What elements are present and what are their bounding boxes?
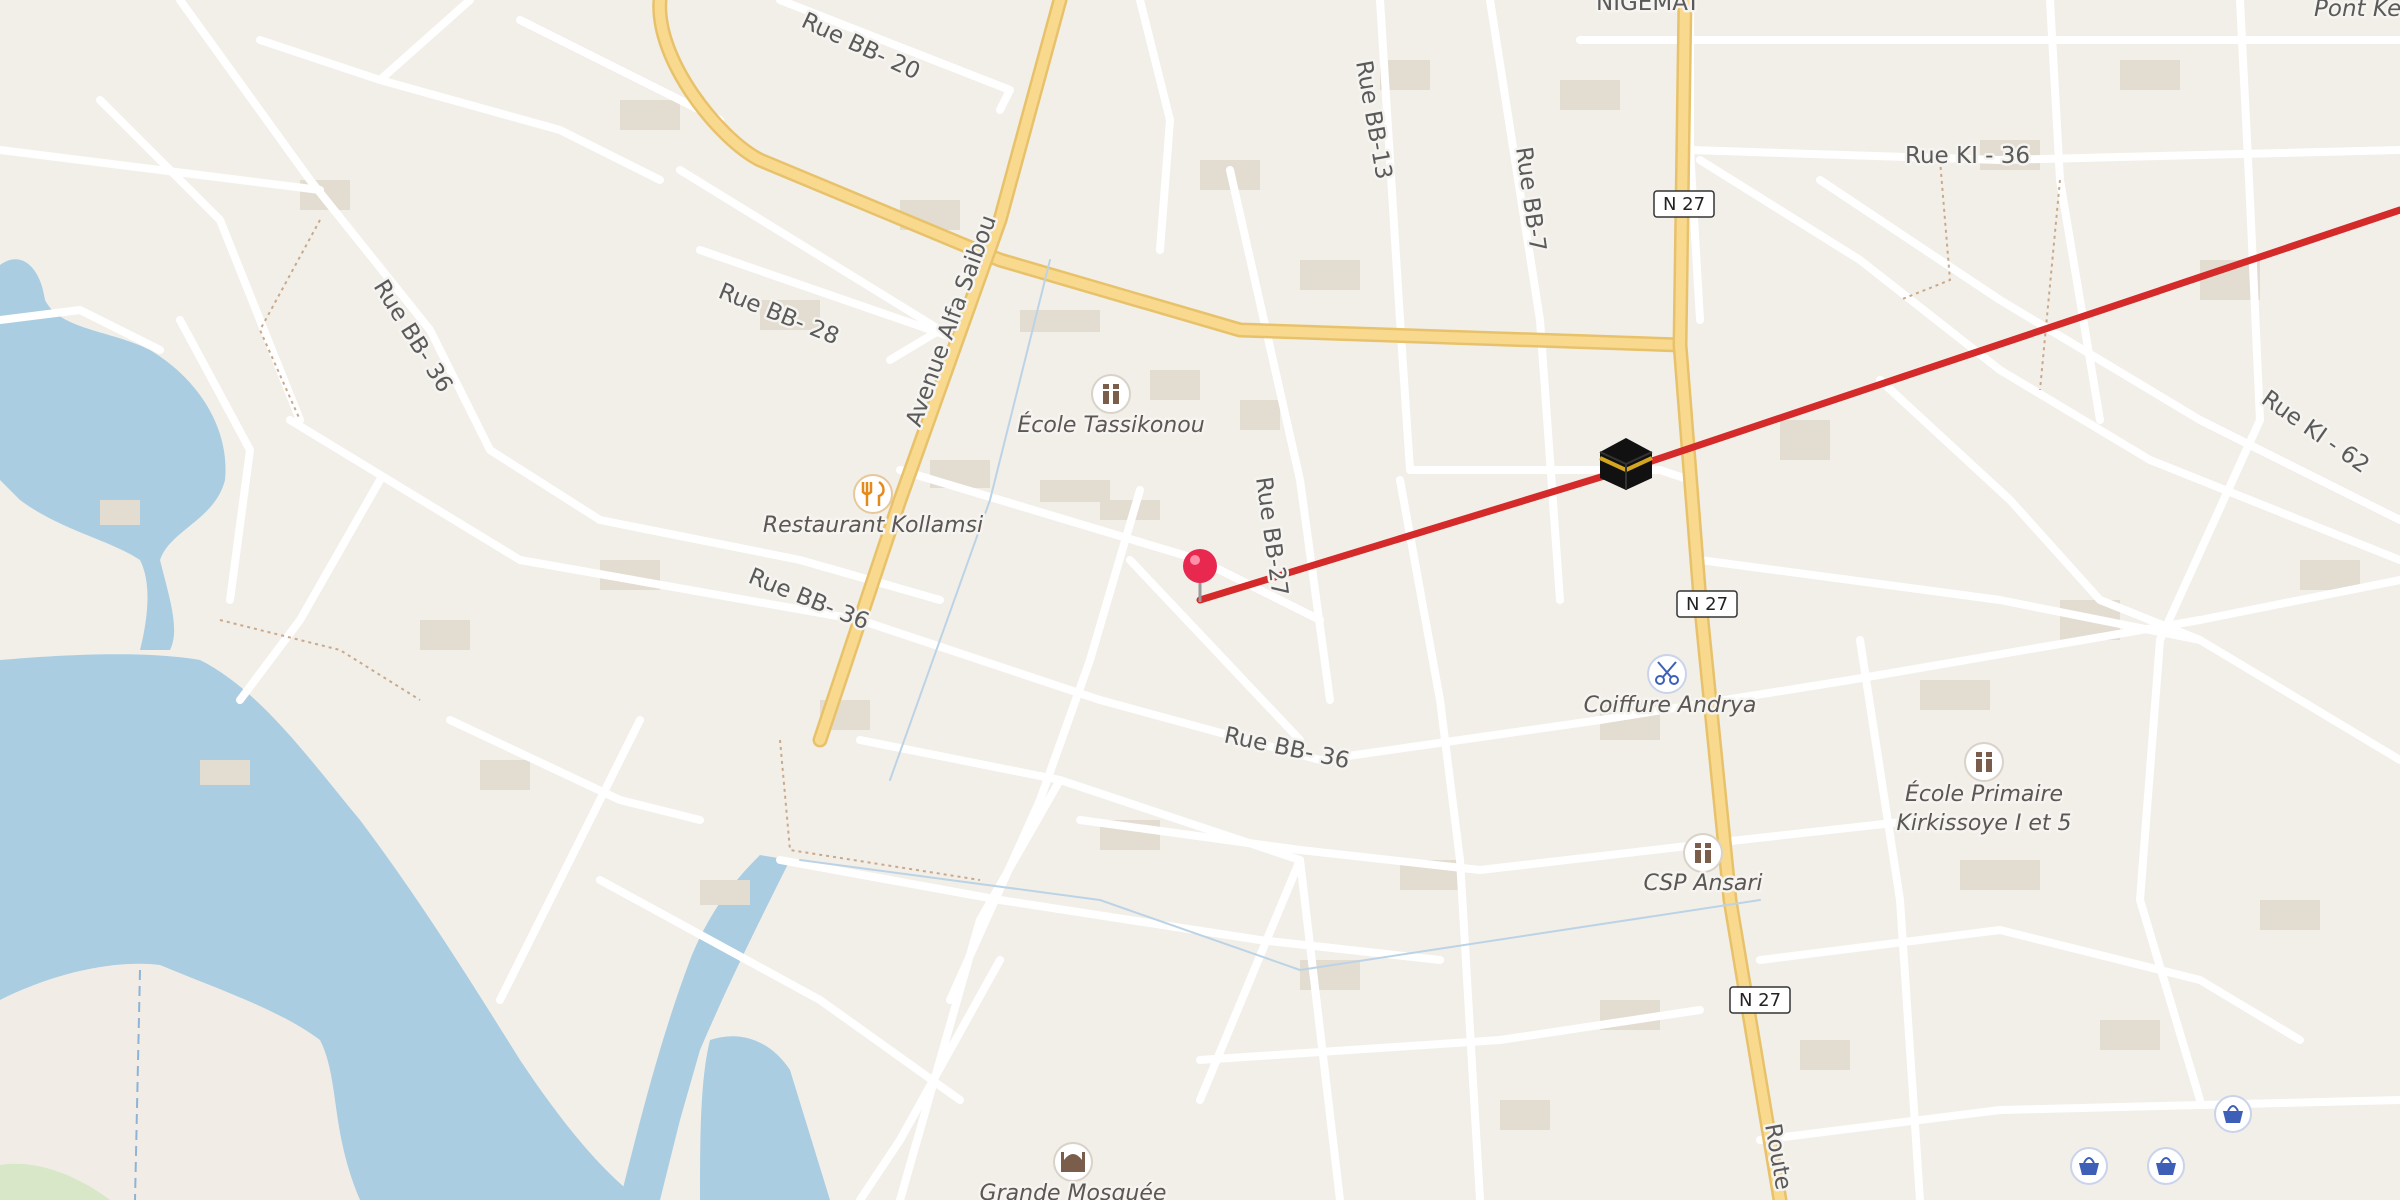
shield-label: N 27 [1739, 990, 1781, 1011]
poi-label: École Primaire [1905, 781, 2063, 807]
school-icon [1091, 374, 1131, 414]
building [200, 760, 250, 785]
map-svg: Rue BB- 20 Avenue Alfa Saibou Rue BB-13 … [0, 0, 2400, 1200]
building [100, 500, 140, 525]
route-shield: N 27 [1729, 986, 1791, 1014]
building [1500, 1100, 1550, 1130]
poi-label-line2: Kirkissoye I et 5 [1896, 811, 2071, 836]
route-shield: N 27 [1653, 190, 1715, 218]
building [2300, 560, 2360, 590]
hairdresser-icon [1647, 654, 1687, 694]
shop-icon[interactable] [2070, 1147, 2108, 1185]
shop-icon[interactable] [2147, 1147, 2185, 1185]
building [1300, 260, 1360, 290]
building [1560, 80, 1620, 110]
building [2120, 60, 2180, 90]
building [420, 620, 470, 650]
street-label: Rue KI - 36 [1905, 143, 2030, 169]
shield-label: N 27 [1663, 194, 1705, 215]
building [620, 100, 680, 130]
school-icon [1964, 742, 2004, 782]
restaurant-icon [853, 474, 893, 514]
poi-label: École Tassikonou [1017, 412, 1204, 438]
street-label: NIGEMAT [1596, 0, 1701, 16]
map-canvas[interactable]: Rue BB- 20 Avenue Alfa Saibou Rue BB-13 … [0, 0, 2400, 1200]
building [1960, 860, 2040, 890]
poi-label: CSP Ansari [1643, 871, 1762, 896]
building [1150, 370, 1200, 400]
shield-label: N 27 [1686, 594, 1728, 615]
building [2100, 1020, 2160, 1050]
building [1920, 680, 1990, 710]
building [1240, 400, 1280, 430]
school-icon [1683, 833, 1723, 873]
building [480, 760, 530, 790]
shop-icon[interactable] [2214, 1095, 2252, 1133]
mosque-icon [1053, 1142, 1093, 1182]
building [1040, 480, 1110, 502]
poi-label: Restaurant Kollamsi [763, 513, 983, 538]
route-shield: N 27 [1676, 590, 1738, 618]
poi-label: Grande Mosquée [980, 1181, 1167, 1200]
building [1780, 420, 1830, 460]
building [1800, 1040, 1850, 1070]
street-label: Pont Ke [2314, 0, 2400, 22]
poi-label: Coiffure Andrya [1584, 693, 1757, 718]
building [700, 880, 750, 905]
building [2260, 900, 2320, 930]
